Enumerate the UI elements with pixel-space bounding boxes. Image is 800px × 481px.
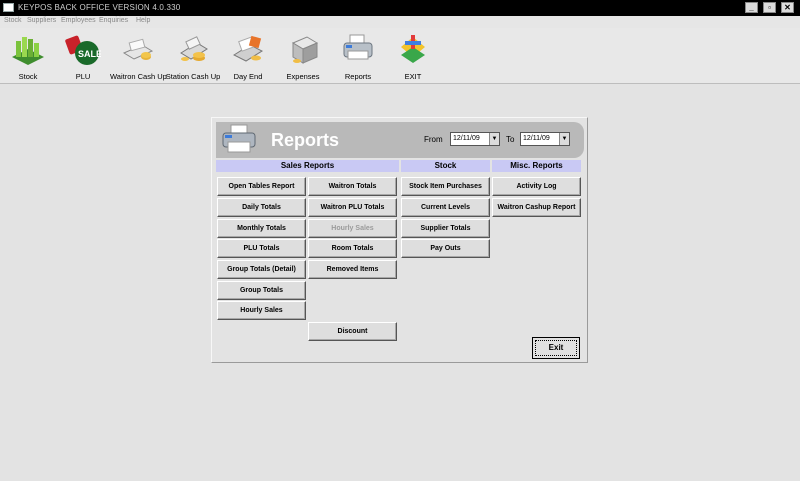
supplier-totals-button[interactable]: Supplier Totals <box>401 219 490 238</box>
stock-header: Stock <box>401 160 490 172</box>
page-title: Reports <box>271 130 340 150</box>
station-cashup-icon <box>180 36 208 61</box>
toolbar-exit-label: EXIT <box>404 72 422 81</box>
app-icon <box>3 3 14 12</box>
plu-sale-icon: SALE <box>65 35 101 65</box>
toolbar-reports-button[interactable]: Reports <box>330 30 386 82</box>
close-button[interactable]: ✕ <box>781 2 794 13</box>
toolbar-expenses-label: Expenses <box>286 72 320 81</box>
toolbar-station-cashup-button[interactable]: Station Cash Up <box>165 30 221 82</box>
chevron-down-icon[interactable]: ▼ <box>489 133 499 145</box>
daily-totals-button[interactable]: Daily Totals <box>217 198 306 217</box>
exit-icon <box>401 35 425 63</box>
toolbar: Stock SALE PLU Waitron Cash Up Station C… <box>0 28 800 84</box>
open-tables-report-button[interactable]: Open Tables Report <box>217 177 306 196</box>
to-date-picker[interactable]: 12/11/09 ▼ <box>520 132 570 146</box>
reports-header: Reports From 12/11/09 ▼ To 12/11/09 ▼ <box>216 122 584 158</box>
toolbar-plu-label: PLU <box>75 72 91 81</box>
discount-button[interactable]: Discount <box>308 322 397 341</box>
hourly-sales-disabled-button: Hourly Sales <box>308 219 397 238</box>
waitron-plu-totals-button[interactable]: Waitron PLU Totals <box>308 198 397 217</box>
window-title: KEYPOS BACK OFFICE VERSION 4.0.330 <box>18 3 181 12</box>
menu-employees[interactable]: Employees <box>61 17 96 24</box>
title-bar: KEYPOS BACK OFFICE VERSION 4.0.330 _ ▫ ✕ <box>0 0 800 16</box>
toolbar-stock-button[interactable]: Stock <box>0 30 56 82</box>
exit-button[interactable]: Exit <box>532 337 580 359</box>
reports-panel: Reports From 12/11/09 ▼ To 12/11/09 ▼ Sa… <box>211 117 588 363</box>
hourly-sales-button[interactable]: Hourly Sales <box>217 301 306 320</box>
exit-button-label: Exit <box>548 343 564 352</box>
group-totals-button[interactable]: Group Totals <box>217 281 306 300</box>
toolbar-stock-label: Stock <box>18 72 38 81</box>
monthly-totals-button[interactable]: Monthly Totals <box>217 219 306 238</box>
menu-help[interactable]: Help <box>136 17 150 24</box>
group-totals-detail-button[interactable]: Group Totals (Detail) <box>217 260 306 279</box>
day-end-icon <box>232 35 264 62</box>
toolbar-plu-button[interactable]: SALE PLU <box>55 30 111 82</box>
menu-bar: Stock Suppliers Employees Enquiries Help <box>0 16 800 28</box>
misc-reports-header: Misc. Reports <box>492 160 581 172</box>
menu-stock[interactable]: Stock <box>4 17 22 24</box>
room-totals-button[interactable]: Room Totals <box>308 239 397 258</box>
chevron-down-icon[interactable]: ▼ <box>559 133 569 145</box>
waitron-cashup-report-button[interactable]: Waitron Cashup Report <box>492 198 581 217</box>
from-label: From <box>424 135 443 144</box>
from-date-value: 12/11/09 <box>453 135 480 142</box>
toolbar-reports-label: Reports <box>344 72 372 81</box>
menu-suppliers[interactable]: Suppliers <box>27 17 56 24</box>
expenses-icon <box>291 36 319 64</box>
stock-item-purchases-button[interactable]: Stock Item Purchases <box>401 177 490 196</box>
sales-reports-header: Sales Reports <box>216 160 399 172</box>
from-date-picker[interactable]: 12/11/09 ▼ <box>450 132 500 146</box>
removed-items-button[interactable]: Removed Items <box>308 260 397 279</box>
waitron-cashup-icon <box>122 38 154 60</box>
toolbar-waitron-cashup-button[interactable]: Waitron Cash Up <box>110 30 167 82</box>
menu-enquiries[interactable]: Enquiries <box>99 17 128 24</box>
restore-button[interactable]: ▫ <box>763 2 776 13</box>
toolbar-day-end-button[interactable]: Day End <box>220 30 276 82</box>
toolbar-expenses-button[interactable]: Expenses <box>275 30 331 82</box>
printer-icon <box>343 34 373 60</box>
minimize-button[interactable]: _ <box>745 2 758 13</box>
to-date-value: 12/11/09 <box>523 135 550 142</box>
svg-text:SALE: SALE <box>78 49 101 59</box>
plu-totals-button[interactable]: PLU Totals <box>217 239 306 258</box>
toolbar-station-cashup-label: Station Cash Up <box>165 72 221 81</box>
activity-log-button[interactable]: Activity Log <box>492 177 581 196</box>
to-label: To <box>506 135 515 144</box>
current-levels-button[interactable]: Current Levels <box>401 198 490 217</box>
waitron-totals-button[interactable]: Waitron Totals <box>308 177 397 196</box>
printer-icon <box>222 124 256 153</box>
toolbar-day-end-label: Day End <box>233 72 263 81</box>
toolbar-exit-button[interactable]: EXIT <box>385 30 441 82</box>
stock-icon <box>12 37 44 65</box>
pay-outs-button[interactable]: Pay Outs <box>401 239 490 258</box>
toolbar-waitron-cashup-label: Waitron Cash Up <box>110 72 167 81</box>
